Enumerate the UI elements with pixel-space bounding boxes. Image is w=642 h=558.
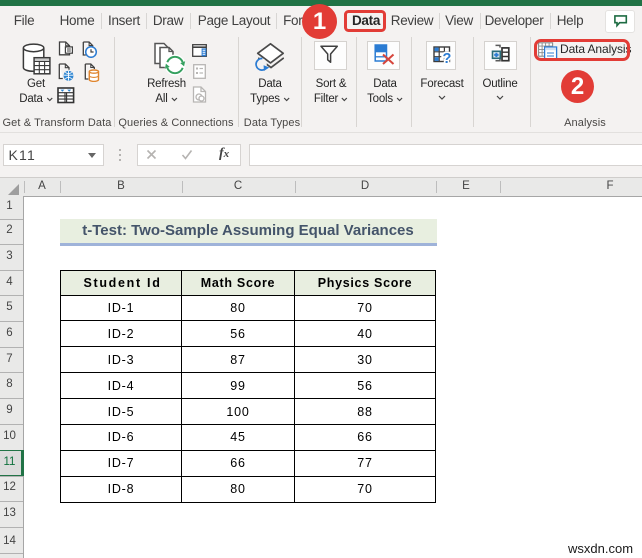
svg-text:?: ? — [443, 51, 452, 65]
